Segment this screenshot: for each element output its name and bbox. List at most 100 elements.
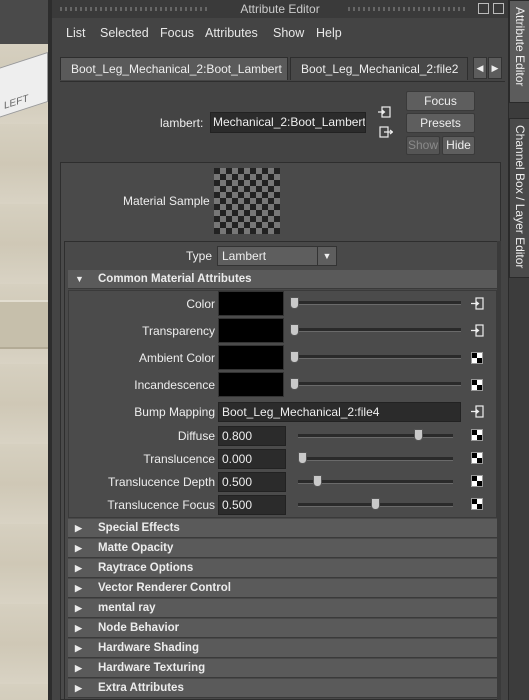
expand-arrow-icon: ▶ — [75, 563, 82, 573]
section-node-behavior[interactable]: ▶ Node Behavior — [68, 619, 497, 638]
ambient-color-swatch[interactable] — [218, 345, 284, 370]
expand-arrow-icon: ▶ — [75, 583, 82, 593]
section-matte-opacity[interactable]: ▶ Matte Opacity — [68, 539, 497, 558]
incandescence-label: Incandescence — [134, 378, 215, 392]
chevron-down-icon: ▼ — [317, 247, 336, 265]
menu-list[interactable]: List — [66, 26, 85, 40]
type-dropdown[interactable]: Lambert ▼ — [217, 246, 337, 266]
show-button[interactable]: Show — [406, 136, 440, 155]
side-tab-strip: Attribute Editor Channel Box / Layer Edi… — [508, 0, 529, 700]
expand-arrow-icon: ▶ — [75, 683, 82, 693]
incandescence-slider-track[interactable] — [291, 382, 461, 386]
expand-arrow-icon: ▶ — [75, 523, 82, 533]
section-hardware-shading[interactable]: ▶ Hardware Shading — [68, 639, 497, 658]
translucence-field[interactable]: 0.000 — [218, 449, 286, 469]
map-texture-icon[interactable] — [470, 297, 484, 310]
menu-show[interactable]: Show — [273, 26, 304, 40]
section-extra-attributes[interactable]: ▶ Extra Attributes — [68, 679, 497, 698]
color-swatch[interactable] — [218, 291, 284, 316]
menu-focus[interactable]: Focus — [160, 26, 194, 40]
expand-arrow-icon: ▶ — [75, 663, 82, 673]
type-value: Lambert — [222, 249, 267, 263]
tab-label: Attribute Editor — [513, 7, 527, 87]
transparency-slider-handle[interactable] — [290, 324, 299, 336]
expand-arrow-icon: ▶ — [75, 643, 82, 653]
map-texture-icon[interactable] — [470, 324, 484, 337]
section-title: Node Behavior — [98, 622, 180, 634]
hide-button[interactable]: Hide — [442, 136, 475, 155]
viewport-shelf — [0, 300, 52, 349]
tab-scroll-left-icon[interactable]: ◀ — [473, 57, 487, 79]
node-name-field[interactable]: Mechanical_2:Boot_Lambert — [210, 112, 366, 133]
color-slider-track[interactable] — [291, 301, 461, 305]
collapse-arrow-icon: ▼ — [75, 274, 84, 284]
menu-help[interactable]: Help — [316, 26, 342, 40]
ambient-slider-handle[interactable] — [290, 351, 299, 363]
section-common-material-attributes[interactable]: ▼ Common Material Attributes — [68, 270, 497, 289]
section-title: Hardware Texturing — [98, 662, 206, 674]
material-sample-label: Material Sample — [123, 194, 210, 208]
section-title: mental ray — [98, 602, 156, 614]
go-to-output-icon[interactable] — [379, 126, 393, 138]
translucence-focus-field[interactable]: 0.500 — [218, 495, 286, 515]
diffuse-label: Diffuse — [177, 429, 215, 443]
go-to-input-icon[interactable] — [377, 106, 391, 118]
presets-button[interactable]: Presets — [406, 113, 475, 133]
checker-map-icon[interactable] — [471, 352, 483, 364]
translucence-focus-slider-handle[interactable] — [371, 498, 380, 510]
translucence-slider-track[interactable] — [298, 457, 453, 461]
ambient-slider-track[interactable] — [291, 355, 461, 359]
checker-map-icon[interactable] — [471, 452, 483, 464]
checker-map-icon[interactable] — [471, 498, 483, 510]
incandescence-slider-handle[interactable] — [290, 378, 299, 390]
panel-divider[interactable] — [48, 0, 52, 700]
translucence-depth-slider-handle[interactable] — [313, 475, 322, 487]
expand-arrow-icon: ▶ — [75, 543, 82, 553]
scrollbar[interactable] — [497, 241, 501, 700]
section-hardware-texturing[interactable]: ▶ Hardware Texturing — [68, 659, 497, 678]
float-window-icon[interactable] — [478, 3, 489, 14]
window-title: Attribute Editor — [240, 2, 320, 16]
viewport-panel[interactable]: LEFT — [0, 0, 52, 700]
tab-channel-box[interactable]: Channel Box / Layer Editor — [509, 118, 529, 278]
section-title: Matte Opacity — [98, 542, 174, 554]
diffuse-slider-track[interactable] — [298, 434, 453, 438]
translucence-depth-field[interactable]: 0.500 — [218, 472, 286, 492]
ambient-color-label: Ambient Color — [138, 351, 215, 365]
translucence-slider-handle[interactable] — [298, 452, 307, 464]
tab-label: Channel Box / Layer Editor — [513, 125, 527, 269]
material-sample-swatch — [214, 168, 280, 234]
translucence-label: Translucence — [143, 452, 215, 466]
section-mental-ray[interactable]: ▶ mental ray — [68, 599, 497, 618]
transparency-slider-track[interactable] — [291, 328, 461, 332]
color-slider-handle[interactable] — [290, 297, 299, 309]
checker-map-icon[interactable] — [471, 379, 483, 391]
tab-attribute-editor[interactable]: Attribute Editor — [509, 0, 529, 103]
section-title: Raytrace Options — [98, 562, 194, 574]
focus-button[interactable]: Focus — [406, 91, 475, 111]
tab-file2[interactable]: Boot_Leg_Mechanical_2:file2 — [290, 57, 468, 80]
map-texture-icon[interactable] — [470, 405, 484, 418]
menu-attributes[interactable]: Attributes — [205, 26, 258, 40]
section-special-effects[interactable]: ▶ Special Effects — [68, 519, 497, 538]
section-title: Special Effects — [98, 522, 180, 534]
checker-map-icon[interactable] — [471, 429, 483, 441]
expand-arrow-icon: ▶ — [75, 623, 82, 633]
checker-map-icon[interactable] — [471, 475, 483, 487]
type-label: Type — [186, 249, 213, 263]
tab-scroll-right-icon[interactable]: ▶ — [488, 57, 502, 79]
diffuse-field[interactable]: 0.800 — [218, 426, 286, 446]
title-bar: Attribute Editor — [52, 0, 508, 19]
bump-mapping-field[interactable]: Boot_Leg_Mechanical_2:file4 — [218, 402, 461, 422]
transparency-label: Transparency — [142, 324, 215, 338]
diffuse-slider-handle[interactable] — [414, 429, 423, 441]
tab-boot-lambert[interactable]: Boot_Leg_Mechanical_2:Boot_Lambert — [60, 57, 288, 80]
section-raytrace-options[interactable]: ▶ Raytrace Options — [68, 559, 497, 578]
transparency-swatch[interactable] — [218, 318, 284, 343]
close-icon[interactable] — [493, 3, 504, 14]
menu-selected[interactable]: Selected — [100, 26, 149, 40]
section-title: Extra Attributes — [98, 682, 184, 694]
incandescence-swatch[interactable] — [218, 372, 284, 397]
section-title: Vector Renderer Control — [98, 582, 231, 594]
section-vector-renderer-control[interactable]: ▶ Vector Renderer Control — [68, 579, 497, 598]
